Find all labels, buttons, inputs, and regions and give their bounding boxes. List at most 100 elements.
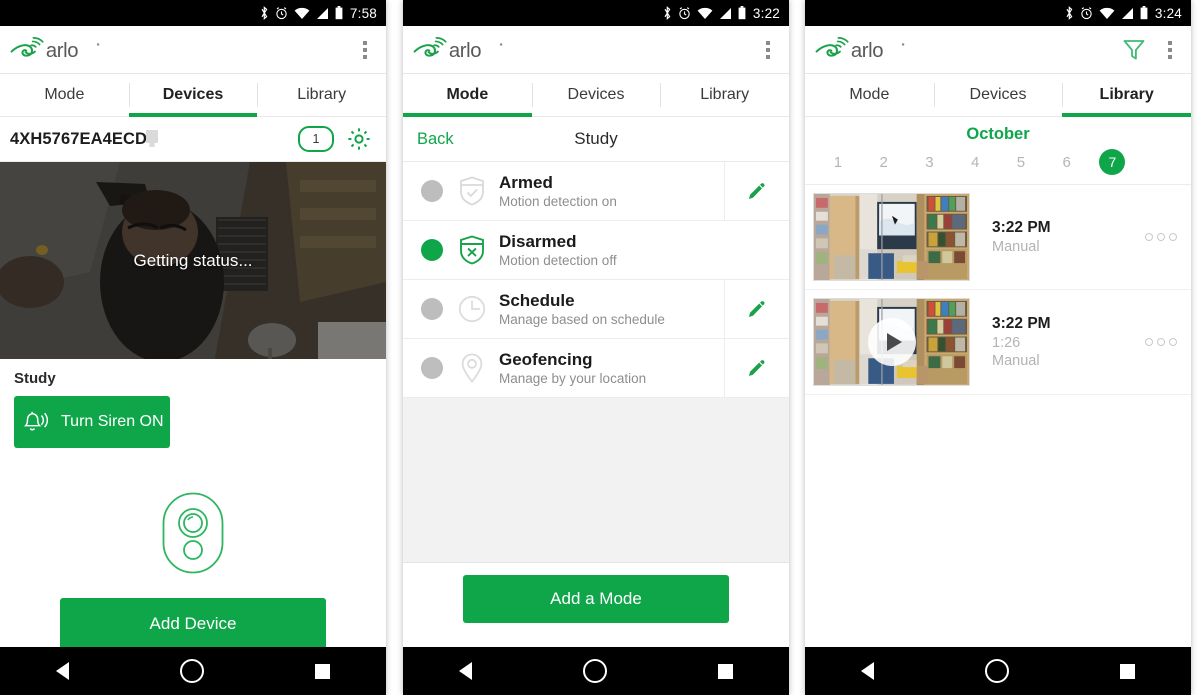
device-count-badge[interactable]: 1 — [298, 126, 334, 152]
clip-meta: 3:22 PM Manual — [992, 219, 1051, 255]
gear-icon[interactable] — [346, 126, 372, 152]
nav-back-icon[interactable] — [458, 662, 472, 680]
mode-radio[interactable] — [421, 357, 443, 379]
battery-icon — [146, 130, 158, 147]
clip-thumbnail[interactable] — [813, 298, 970, 386]
clip-time: 3:22 PM — [992, 219, 1051, 236]
turn-siren-on-button[interactable]: Turn Siren ON — [14, 396, 170, 448]
play-icon[interactable] — [867, 318, 916, 366]
tab-bar: Mode Devices Library — [805, 74, 1191, 117]
nav-home-icon[interactable] — [984, 659, 1009, 683]
calendar-day-selected[interactable]: 7 — [1090, 148, 1136, 176]
arlo-logo: arlo — [413, 36, 505, 63]
tab-library[interactable]: Library — [660, 74, 789, 116]
bluetooth-icon — [261, 6, 268, 20]
status-bar: 3:22 — [403, 0, 789, 26]
status-bar: 3:24 — [805, 0, 1191, 26]
mode-row-schedule[interactable]: Schedule Manage based on schedule — [403, 280, 789, 339]
mode-edit-button[interactable] — [724, 162, 789, 220]
status-bar-icons — [663, 6, 746, 20]
svg-text:arlo: arlo — [851, 40, 883, 62]
arlo-logo: arlo — [10, 36, 102, 63]
tab-devices[interactable]: Devices — [531, 74, 661, 116]
tab-mode[interactable]: Mode — [805, 74, 934, 116]
android-nav-bar — [805, 647, 1191, 695]
calendar-day[interactable]: 6 — [1044, 148, 1090, 176]
bluetooth-icon — [664, 6, 671, 20]
app-bar-actions — [356, 40, 374, 60]
mode-list-empty-space — [403, 398, 789, 562]
mode-subtitle: Motion detection off — [499, 253, 617, 269]
shield-check-icon — [455, 176, 489, 206]
nav-home-icon[interactable] — [582, 659, 607, 683]
mode-radio[interactable] — [421, 298, 443, 320]
calendar-day[interactable]: 2 — [861, 148, 907, 176]
nav-recents-icon[interactable] — [315, 663, 331, 679]
mode-subtitle: Manage based on schedule — [499, 312, 665, 328]
mode-edit-button[interactable] — [724, 339, 789, 397]
add-device-button[interactable]: Add Device — [60, 598, 326, 650]
add-a-mode-button[interactable]: Add a Mode — [463, 575, 729, 623]
clip-source: Manual — [992, 353, 1040, 369]
battery-icon — [1140, 6, 1148, 20]
nav-home-icon[interactable] — [179, 659, 204, 683]
calendar-day-selected-label: 7 — [1099, 149, 1126, 175]
phone-screen-devices: 7:58 arlo Mode Devices Library 4XH5767EA… — [0, 0, 386, 695]
nav-back-icon[interactable] — [860, 662, 874, 680]
filter-funnel-icon[interactable] — [1121, 37, 1147, 63]
android-nav-bar — [403, 647, 789, 695]
tab-mode[interactable]: Mode — [403, 74, 532, 117]
calendar-month-label: October — [966, 125, 1030, 143]
tab-mode[interactable]: Mode — [0, 74, 129, 116]
library-clip-row[interactable]: 3:22 PM 1:26 Manual — [805, 290, 1191, 395]
mode-row-disarmed[interactable]: Disarmed Motion detection off — [403, 221, 789, 280]
arlo-bird-wifi-logo: arlo — [10, 36, 100, 62]
tab-library[interactable]: Library — [1062, 74, 1191, 117]
map-pin-icon — [455, 353, 489, 383]
more-dots-icon[interactable] — [1145, 233, 1177, 241]
mode-radio[interactable] — [421, 239, 443, 261]
bluetooth-icon — [1066, 6, 1073, 20]
nav-back-icon[interactable] — [55, 662, 69, 680]
arlo-bird-wifi-logo: arlo — [815, 36, 905, 62]
tab-bar: Mode Devices Library — [0, 74, 386, 117]
mode-list: Armed Motion detection on Disarmed Motio… — [403, 162, 789, 398]
screenshot-stage: 7:58 arlo Mode Devices Library 4XH5767EA… — [0, 0, 1200, 695]
sub-bar: Back Study — [403, 117, 789, 162]
library-clip-row[interactable]: 3:22 PM Manual — [805, 185, 1191, 290]
tab-devices[interactable]: Devices — [128, 74, 258, 117]
wifi-icon — [697, 7, 713, 19]
app-bar: arlo — [0, 26, 386, 74]
add-device-label: Add Device — [149, 614, 237, 633]
clip-source: Manual — [992, 239, 1040, 255]
clip-thumbnail[interactable] — [813, 193, 970, 281]
nav-recents-icon[interactable] — [1120, 663, 1136, 679]
mode-radio[interactable] — [421, 180, 443, 202]
clock-icon — [455, 295, 489, 323]
wifi-icon — [1099, 7, 1115, 19]
overflow-menu-icon[interactable] — [759, 40, 777, 60]
mode-edit-button[interactable] — [724, 280, 789, 338]
device-name: 4XH5767EA4ECD — [10, 129, 148, 148]
nav-recents-icon[interactable] — [718, 663, 734, 679]
calendar-day[interactable]: 5 — [998, 148, 1044, 176]
calendar-day[interactable]: 4 — [952, 148, 998, 176]
overflow-menu-icon[interactable] — [356, 40, 374, 60]
calendar-day[interactable]: 1 — [815, 148, 861, 176]
camera-preview[interactable]: Getting status... — [0, 162, 386, 359]
alarm-icon — [276, 7, 287, 20]
arlo-bird-wifi-logo: arlo — [413, 36, 503, 62]
back-button[interactable]: Back — [417, 130, 454, 149]
calendar-day[interactable]: 3 — [907, 148, 953, 176]
tab-library[interactable]: Library — [257, 74, 386, 116]
phone-screen-library: 3:24 arlo Mode Devices Library October 1… — [805, 0, 1191, 695]
more-dots-icon[interactable] — [1145, 338, 1177, 346]
overflow-menu-icon[interactable] — [1161, 40, 1179, 60]
clip-time: 3:22 PM — [992, 315, 1051, 332]
mode-row-geofencing[interactable]: Geofencing Manage by your location — [403, 339, 789, 398]
android-nav-bar — [0, 647, 386, 695]
mode-row-armed[interactable]: Armed Motion detection on — [403, 162, 789, 221]
pencil-icon — [749, 360, 765, 376]
mode-subtitle: Motion detection on — [499, 194, 617, 210]
tab-devices[interactable]: Devices — [933, 74, 1063, 116]
